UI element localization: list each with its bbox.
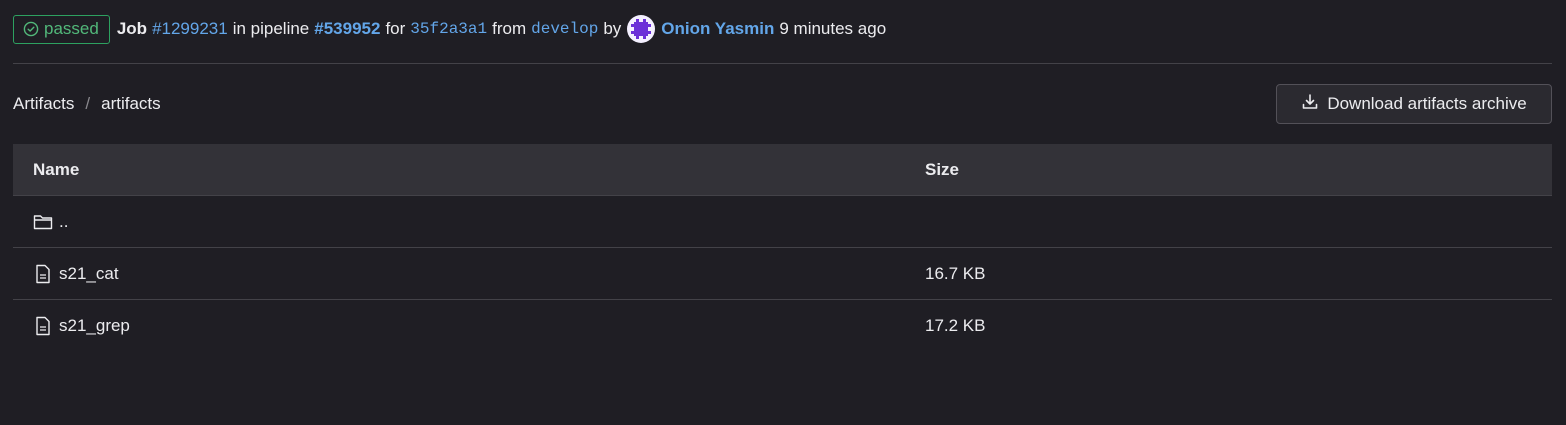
column-header-size: Size bbox=[925, 159, 960, 179]
job-id-link[interactable]: #1299231 bbox=[152, 19, 228, 39]
header-divider bbox=[13, 63, 1552, 64]
table-header-row: Name Size bbox=[13, 144, 1552, 196]
from-text: from bbox=[492, 19, 527, 38]
file-icon bbox=[33, 264, 53, 284]
file-icon bbox=[33, 316, 53, 336]
user-name-link[interactable]: Onion Yasmin bbox=[661, 19, 774, 39]
for-text: for bbox=[385, 19, 406, 38]
breadcrumb: Artifacts / artifacts bbox=[13, 92, 161, 116]
commit-sha-link[interactable]: 35f2a3a1 bbox=[410, 20, 487, 38]
by-text: by bbox=[603, 19, 622, 38]
download-icon bbox=[1301, 93, 1319, 116]
row-size: 17.2 KB bbox=[925, 316, 986, 335]
branch-link[interactable]: develop bbox=[531, 20, 598, 38]
table-row[interactable]: s21_grep 17.2 KB bbox=[13, 300, 1552, 352]
table-row[interactable]: s21_cat 16.7 KB bbox=[13, 248, 1552, 300]
table-row[interactable]: .. bbox=[13, 196, 1552, 248]
row-size: 16.7 KB bbox=[925, 263, 986, 283]
job-label: Job bbox=[116, 19, 148, 38]
breadcrumb-separator: / bbox=[85, 94, 91, 113]
row-name: .. bbox=[59, 211, 69, 231]
job-header: passed Job #1299231 in pipeline #539952 … bbox=[13, 12, 1552, 46]
artifacts-table: Name Size .. s21_cat 16.7 KB s21_grep 17… bbox=[13, 144, 1552, 352]
row-name: s21_cat bbox=[59, 263, 119, 283]
download-artifacts-button[interactable]: Download artifacts archive bbox=[1276, 84, 1552, 124]
status-badge[interactable]: passed bbox=[13, 14, 110, 44]
artifacts-page: passed Job #1299231 in pipeline #539952 … bbox=[0, 0, 1566, 425]
time-ago: 9 minutes ago bbox=[779, 19, 887, 38]
column-header-name: Name bbox=[33, 159, 80, 179]
check-circle-icon bbox=[23, 21, 39, 37]
in-pipeline-text: in pipeline bbox=[232, 19, 310, 38]
avatar[interactable] bbox=[627, 15, 656, 43]
pipeline-id-link[interactable]: #539952 bbox=[314, 19, 380, 39]
breadcrumb-root[interactable]: Artifacts bbox=[13, 94, 74, 114]
status-text: passed bbox=[44, 19, 99, 38]
row-name: s21_grep bbox=[59, 316, 130, 335]
download-button-label: Download artifacts archive bbox=[1327, 94, 1527, 113]
folder-icon bbox=[33, 213, 53, 231]
breadcrumb-current[interactable]: artifacts bbox=[101, 94, 161, 114]
